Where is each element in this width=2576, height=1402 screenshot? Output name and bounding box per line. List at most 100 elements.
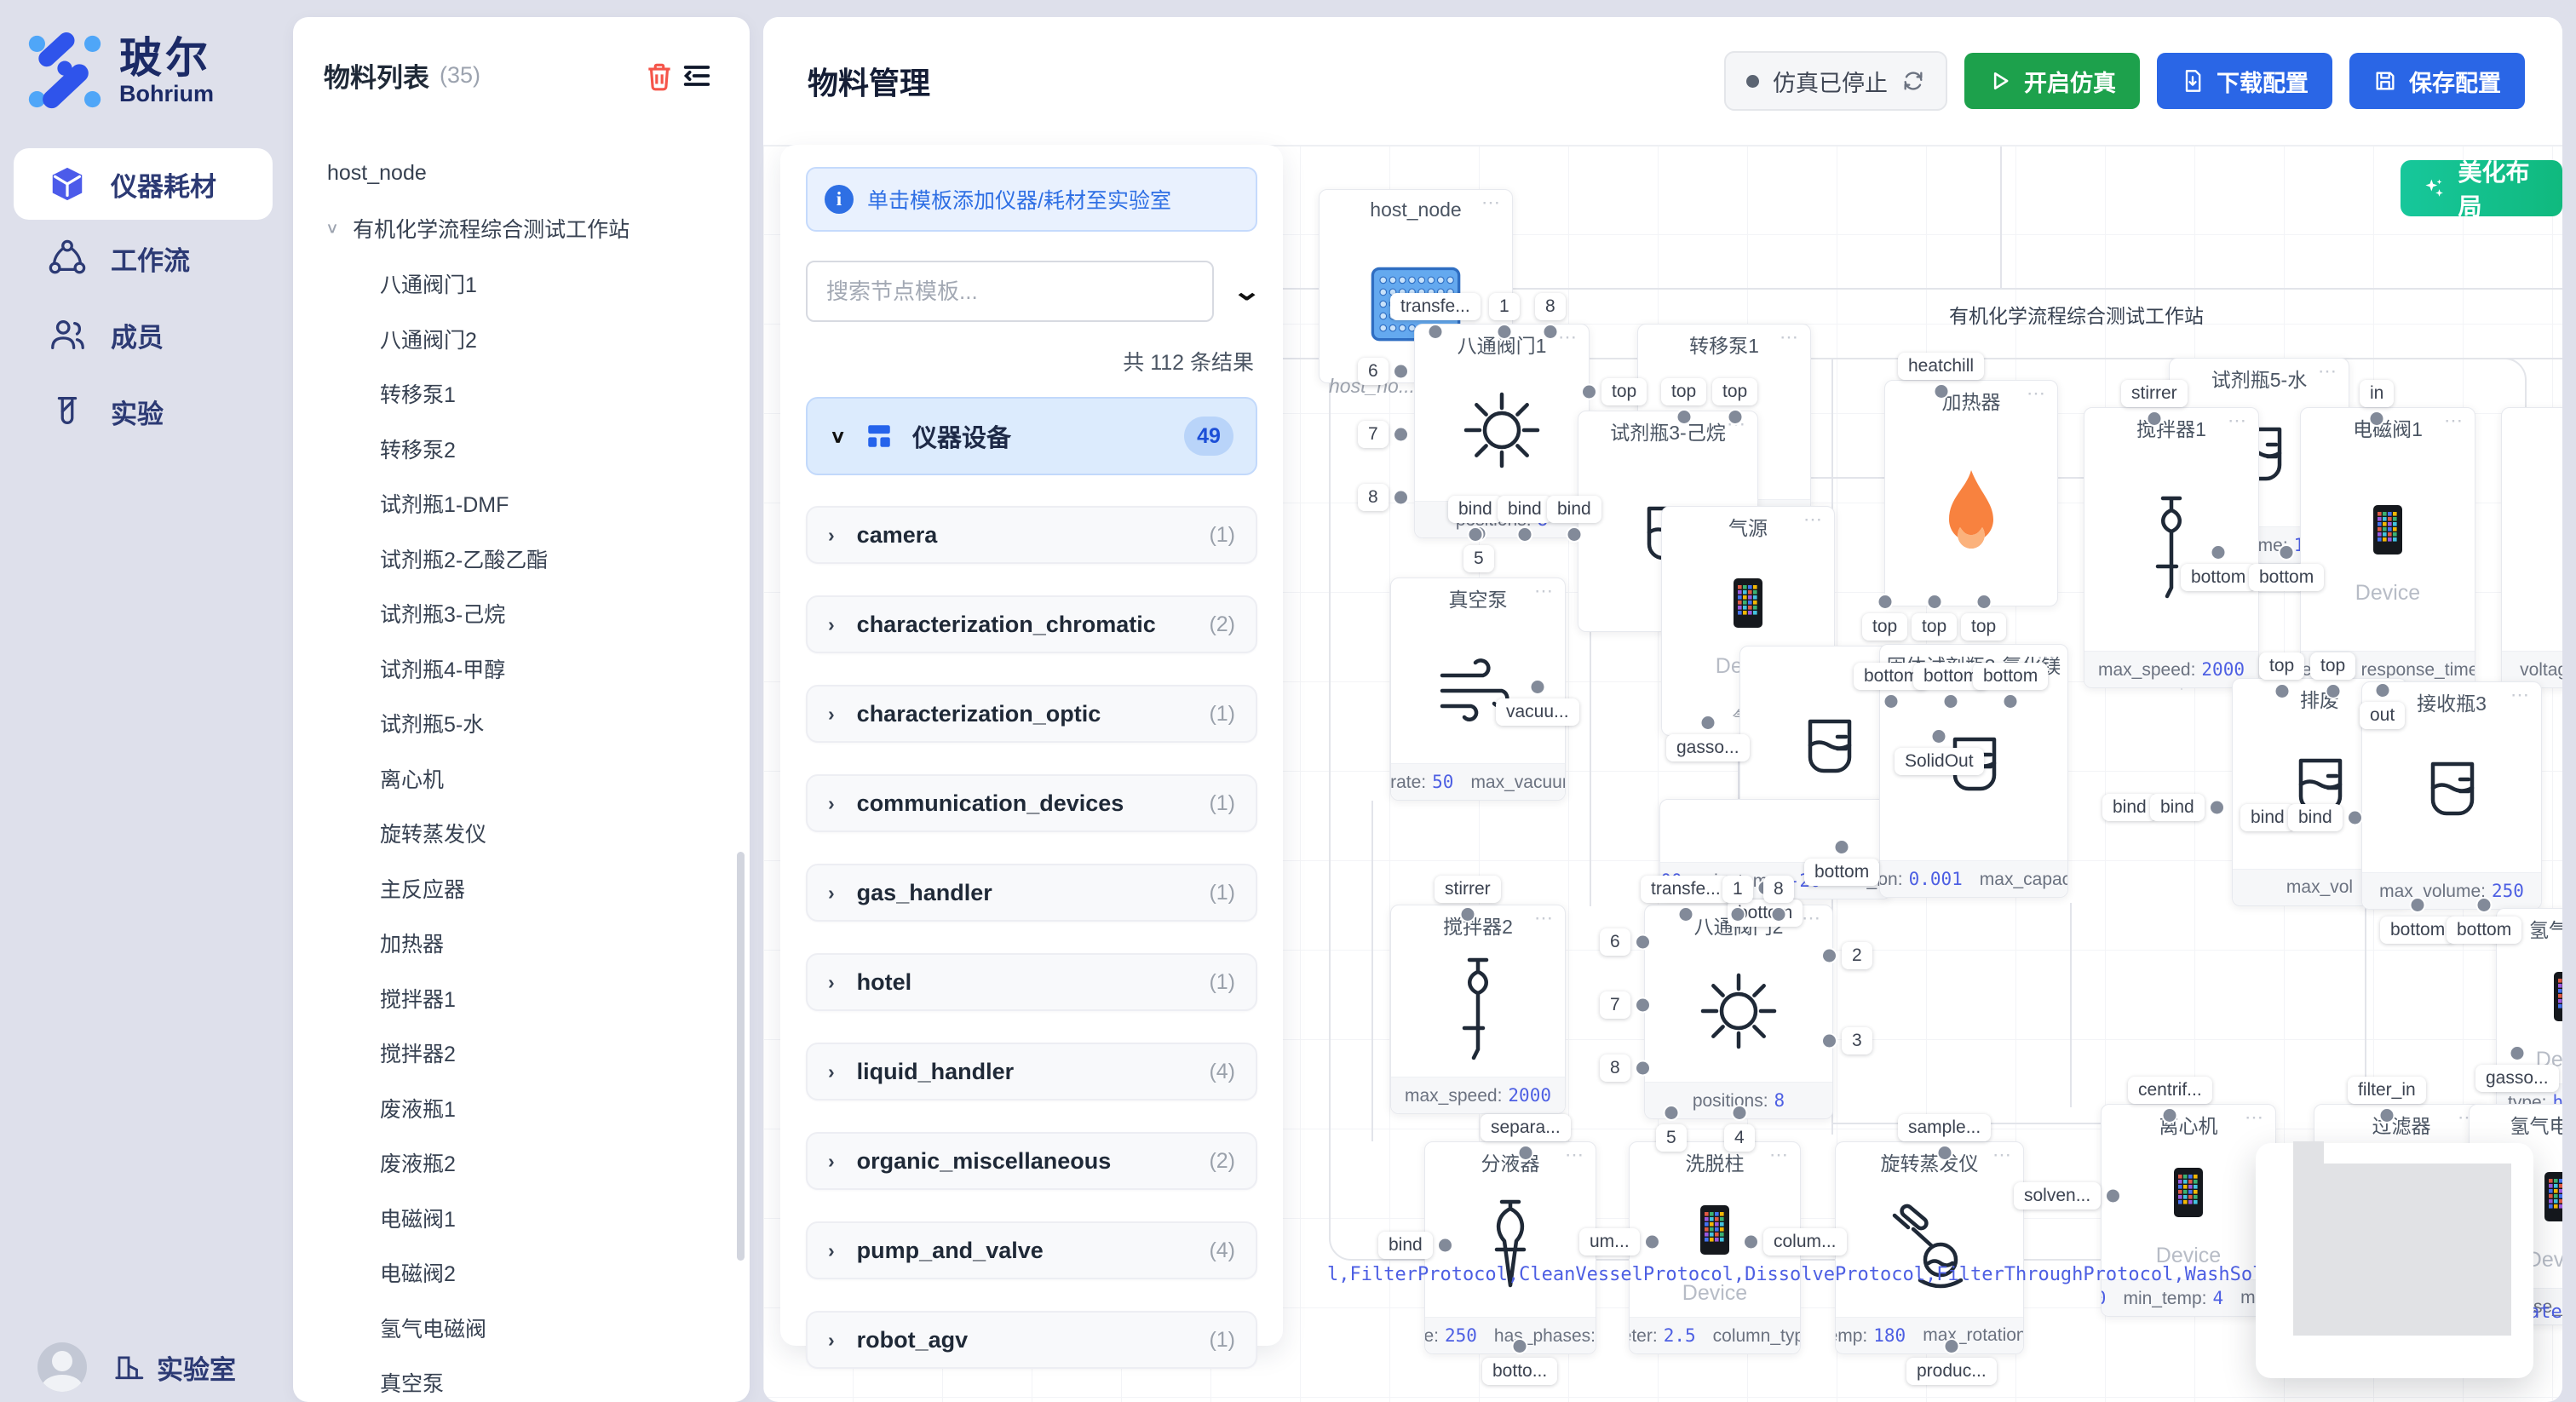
node-menu-icon[interactable]: ⋯ <box>2444 410 2464 432</box>
category-row[interactable]: › organic_miscellaneous (2) <box>806 1132 1257 1190</box>
port-pill[interactable]: bind <box>2288 804 2343 831</box>
canvas-node-card[interactable]: voltage:12 <box>2501 407 2562 688</box>
category-row[interactable]: › characterization_optic (1) <box>806 685 1257 743</box>
node-menu-icon[interactable]: ⋯ <box>1992 1144 2013 1166</box>
tree-item[interactable]: 试剂瓶1-DMF <box>293 476 750 531</box>
port-pill[interactable]: top <box>1601 378 1647 405</box>
port-pill[interactable]: bottom <box>1973 663 2048 690</box>
port-pill[interactable]: solven... <box>2014 1182 2101 1210</box>
port-pill[interactable]: 8 <box>1763 876 1794 903</box>
port-pill[interactable]: stirrer <box>1435 876 1501 903</box>
port-pill[interactable]: stirrer <box>2121 380 2188 407</box>
port-pill[interactable]: 8 <box>1600 1054 1630 1082</box>
port-pill[interactable]: top <box>1661 378 1706 405</box>
node-menu-icon[interactable]: ⋯ <box>2228 410 2248 432</box>
port-pill[interactable]: 2 <box>1842 942 1872 969</box>
category-row[interactable]: › characterization_chromatic (2) <box>806 595 1257 653</box>
tree-item-host-node[interactable]: host_node <box>293 146 750 200</box>
canvas-node-搅拌器1[interactable]: 搅拌器1⋯max_speed:2000 <box>2084 407 2259 688</box>
node-menu-icon[interactable]: ⋯ <box>1803 509 1824 531</box>
sidebar-item-members[interactable]: 成员 <box>0 296 286 373</box>
start-simulation-button[interactable]: 开启仿真 <box>1964 53 2140 109</box>
port-pill[interactable]: 6 <box>1358 358 1389 385</box>
port-pill[interactable]: produc... <box>1906 1358 1997 1385</box>
category-row[interactable]: › pump_and_valve (4) <box>806 1221 1257 1279</box>
port-pill[interactable]: sample... <box>1898 1114 1991 1141</box>
tree-item[interactable]: 试剂瓶3-己烷 <box>293 586 750 641</box>
tree-item[interactable]: 旋转蒸发仪 <box>293 806 750 861</box>
tree-item[interactable]: 试剂瓶2-乙酸乙酯 <box>293 531 750 587</box>
port-pill[interactable]: bind <box>1448 496 1503 523</box>
node-menu-icon[interactable]: ⋯ <box>1481 192 1502 214</box>
port-pill[interactable]: gasso... <box>2475 1065 2559 1092</box>
sidebar-item-workflow[interactable]: 工作流 <box>0 220 286 296</box>
port-pill[interactable]: 5 <box>1463 545 1494 572</box>
tree-item[interactable]: 转移泵2 <box>293 422 750 477</box>
download-config-button[interactable]: 下载配置 <box>2157 53 2332 109</box>
port-pill[interactable]: colum... <box>1763 1228 1847 1255</box>
port-pill[interactable]: separa... <box>1481 1114 1571 1141</box>
port-pill[interactable]: top <box>1862 613 1907 641</box>
refresh-icon[interactable] <box>1901 69 1925 93</box>
canvas-node-八通阀门2[interactable]: 八通阀门2⋯positions:8 <box>1644 905 1833 1119</box>
port-pill[interactable]: heatchill <box>1898 353 1984 380</box>
lab-switcher[interactable]: 实验室 <box>112 1348 236 1387</box>
node-menu-icon[interactable]: ⋯ <box>2245 1106 2265 1129</box>
port-pill[interactable]: bind <box>2102 794 2157 821</box>
port-pill[interactable]: 4 <box>1724 1124 1755 1152</box>
tree-item[interactable]: 八通阀门1 <box>293 256 750 312</box>
port-pill[interactable]: bind <box>1498 496 1552 523</box>
node-menu-icon[interactable]: ⋯ <box>1780 326 1800 348</box>
port-pill[interactable]: bottom <box>2181 564 2256 591</box>
port-pill[interactable]: 7 <box>1600 991 1630 1019</box>
node-menu-icon[interactable]: ⋯ <box>1558 326 1578 348</box>
category-row[interactable]: › gas_handler (1) <box>806 864 1257 922</box>
port-pill[interactable]: 8 <box>1535 293 1566 320</box>
chevron-down-icon[interactable]: ⌄ <box>1232 277 1262 307</box>
tree-item[interactable]: 真空泵 <box>293 1355 750 1402</box>
scrollbar-thumb[interactable] <box>737 852 745 1261</box>
tree-item[interactable]: 氢气电磁阀 <box>293 1301 750 1356</box>
search-input[interactable] <box>806 261 1214 322</box>
port-pill[interactable]: bottom <box>2380 916 2455 944</box>
tree-item[interactable]: 试剂瓶4-甲醇 <box>293 641 750 697</box>
node-menu-icon[interactable]: ⋯ <box>1769 1144 1790 1166</box>
port-pill[interactable]: centrif... <box>2128 1077 2212 1104</box>
canvas-node-搅拌器2[interactable]: 搅拌器2⋯max_speed:2000 <box>1390 905 1566 1114</box>
port-pill[interactable]: in <box>2360 380 2394 407</box>
category-row[interactable]: › hotel (1) <box>806 953 1257 1011</box>
port-pill[interactable]: top <box>1961 613 2006 641</box>
node-menu-icon[interactable]: ⋯ <box>2027 382 2047 405</box>
canvas-node-加热器[interactable]: 加热器⋯ <box>1884 380 2058 606</box>
collapse-panel-button[interactable] <box>678 57 716 95</box>
section-instruments[interactable]: ∨ 仪器设备 49 <box>806 397 1257 475</box>
tree-item[interactable]: 搅拌器2 <box>293 1026 750 1081</box>
sidebar-item-instruments[interactable]: 仪器耗材 <box>14 148 273 220</box>
port-pill[interactable]: bind <box>2150 794 2205 821</box>
category-row[interactable]: › communication_devices (1) <box>806 774 1257 832</box>
port-pill[interactable]: 8 <box>1358 484 1389 511</box>
port-pill[interactable]: bottom <box>2447 916 2521 944</box>
tree-item[interactable]: 主反应器 <box>293 861 750 916</box>
port-pill[interactable]: transfe... <box>1641 876 1731 903</box>
port-pill[interactable]: bottom <box>2249 564 2324 591</box>
tree-group-workstation[interactable]: ∨ 有机化学流程综合测试工作站 <box>293 200 750 256</box>
node-menu-icon[interactable]: ⋯ <box>1534 580 1555 602</box>
node-menu-icon[interactable]: ⋯ <box>1565 1144 1585 1166</box>
tree-item[interactable]: 搅拌器1 <box>293 971 750 1026</box>
port-pill[interactable]: bind <box>1547 496 1601 523</box>
tree-item[interactable]: 电磁阀1 <box>293 1191 750 1246</box>
port-pill[interactable]: 7 <box>1358 421 1389 448</box>
tree-item[interactable]: 离心机 <box>293 751 750 807</box>
port-pill[interactable]: top <box>1712 378 1757 405</box>
port-pill[interactable]: filter_in <box>2348 1077 2426 1104</box>
minimap[interactable] <box>2256 1143 2533 1378</box>
avatar[interactable] <box>37 1342 87 1392</box>
category-row[interactable]: › camera (1) <box>806 506 1257 564</box>
port-pill[interactable]: bottom <box>1804 859 1879 886</box>
tree-item[interactable]: 试剂瓶5-水 <box>293 696 750 751</box>
port-pill[interactable]: 1 <box>1489 293 1520 320</box>
port-pill[interactable]: out <box>2360 702 2405 729</box>
port-pill[interactable]: top <box>2310 652 2355 680</box>
node-menu-icon[interactable]: ⋯ <box>2510 684 2531 706</box>
